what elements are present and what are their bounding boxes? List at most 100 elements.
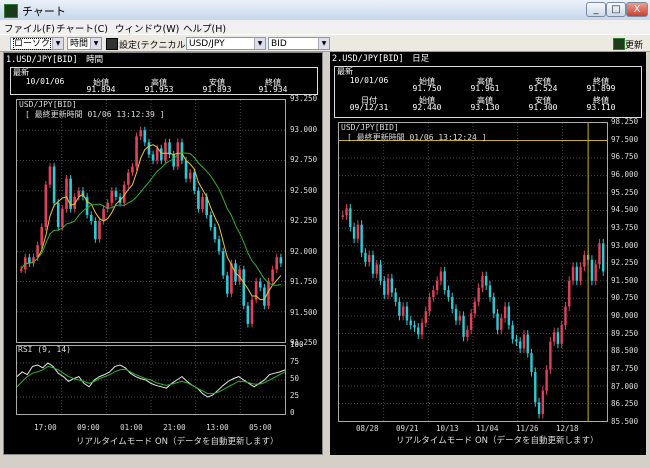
chart-type-select[interactable]: ローソク ▼ [10,37,64,50]
candle-body [518,341,522,349]
candle-body [56,202,60,228]
rsi-chart[interactable] [16,345,286,415]
chevron-down-icon: ▼ [52,38,63,49]
candle-body [110,190,114,203]
x-tick-label: 09/21 [396,424,419,433]
symbol-select[interactable]: USD/JPY ▼ [186,37,266,50]
candle-body [545,369,548,391]
candle-body [127,172,130,185]
candle-body [221,251,225,276]
high-value: 91.953 [144,85,174,94]
price-chart[interactable]: USD/JPY[BID] [ 最終更新時間 01/06 13:12:39 ] [16,99,286,343]
candle-body [564,306,567,326]
candle-body [65,178,68,209]
x-tick-label: 01:00 [120,423,143,432]
y-tick-label: 90.750 [611,293,639,303]
realtime-status: リアルタイムモード ON（データを自動更新します） [396,436,599,446]
rsi-tick-label: 75 [290,357,300,366]
x-tick-label: 11/26 [516,424,539,433]
prev-high-value: 93.130 [470,103,500,112]
candle-body [500,318,503,330]
candle-body [409,320,412,326]
candle-body [451,297,454,309]
maximize-button[interactable]: □ [606,2,626,17]
candle-body [44,184,48,228]
candle-body [131,166,134,173]
candle-body [469,313,473,330]
panel-title: 2.USD/JPY[BID] 日足 [332,54,430,64]
low-value: 91.524 [528,84,558,93]
y-tick-label: 91.750 [290,277,318,286]
candle-body [590,259,594,281]
candle-body [556,332,560,344]
x-tick-label: 13:00 [206,423,229,432]
candle-body [485,276,488,286]
open-value: 91.750 [412,84,442,93]
candle-body [94,221,97,240]
candle-body [413,325,416,328]
candle-body [420,322,424,335]
candle-body [360,224,363,253]
y-tick-label: 94.500 [611,205,639,215]
y-tick-label: 87.750 [611,364,639,374]
candle-body [598,243,601,265]
candle-body [424,311,428,323]
y-tick-label: 93.250 [290,94,318,103]
candle-body [28,257,31,264]
candle-body [526,334,529,354]
candle-body [48,166,52,185]
daily-price-chart[interactable]: USD/JPY[BID] [ 最終更新時間 01/06 13:12:24 ] [338,122,608,422]
candle-body [279,257,283,264]
candle-body [594,264,597,281]
menu-chart[interactable]: チャート(C) [56,21,108,35]
menu-file[interactable]: ファイル(F) [4,21,55,35]
x-tick-label: 05:00 [249,423,272,432]
rsi-tick-label: 100 [290,340,304,349]
price-type-select[interactable]: BID ▼ [268,37,330,50]
y-tick-label: 93.000 [290,124,318,134]
candle-body [352,227,356,239]
menu-bar: ファイル(F) チャート(C) ウィンドウ(W) ヘルプ(H) [0,20,650,35]
candle-body [515,339,518,342]
settings-button[interactable]: 設定(テクニカル) [119,38,189,51]
candle-body [197,190,200,209]
prev-low-value: 91.300 [528,103,558,112]
candle-body [568,280,571,307]
y-tick-label: 86.250 [611,399,639,409]
chart-title: USD/JPY[BID] [341,123,399,132]
settings-icon[interactable] [106,38,118,50]
candle-body [398,301,401,316]
y-tick-label: 96.000 [611,169,639,179]
high-value: 91.961 [470,84,500,93]
candle-body [473,301,477,314]
minimize-button[interactable]: _ [586,2,606,17]
close-button[interactable]: X [626,2,648,17]
candle-body [432,290,435,298]
window-title: チャート [22,5,66,18]
y-tick-label: 92.750 [290,155,318,164]
candle-body [522,334,526,349]
candle-body [168,142,171,155]
candle-body [530,353,533,372]
price-type-value: BID [271,39,287,49]
period-select[interactable]: 時間 ▼ [67,37,102,50]
daily-chart-window: 2.USD/JPY[BID] 日足 最新 10/01/06 始値 91.750 … [330,52,646,455]
menu-window[interactable]: ウィンドウ(W) [115,21,179,35]
candle-body [454,308,458,321]
y-tick-label: 96.750 [611,152,639,162]
candle-body [271,269,274,282]
candle-body [488,285,492,298]
candle-body [147,142,151,155]
candle-body [552,332,556,342]
quote-date: 10/01/06 [349,76,389,85]
refresh-button[interactable]: 更新 [625,38,643,51]
toolbar: ローソク ▼ 時間 ▼ 設定(テクニカル) USD/JPY ▼ BID ▼ 更新 [0,34,650,52]
menu-help[interactable]: ヘルプ(H) [183,21,226,35]
refresh-icon[interactable] [613,38,625,50]
candle-body [541,390,545,414]
candle-body [98,221,101,240]
candle-body [114,190,118,197]
candle-body [560,325,563,344]
y-tick-label: 93.750 [611,222,639,232]
candle-body [549,341,552,370]
